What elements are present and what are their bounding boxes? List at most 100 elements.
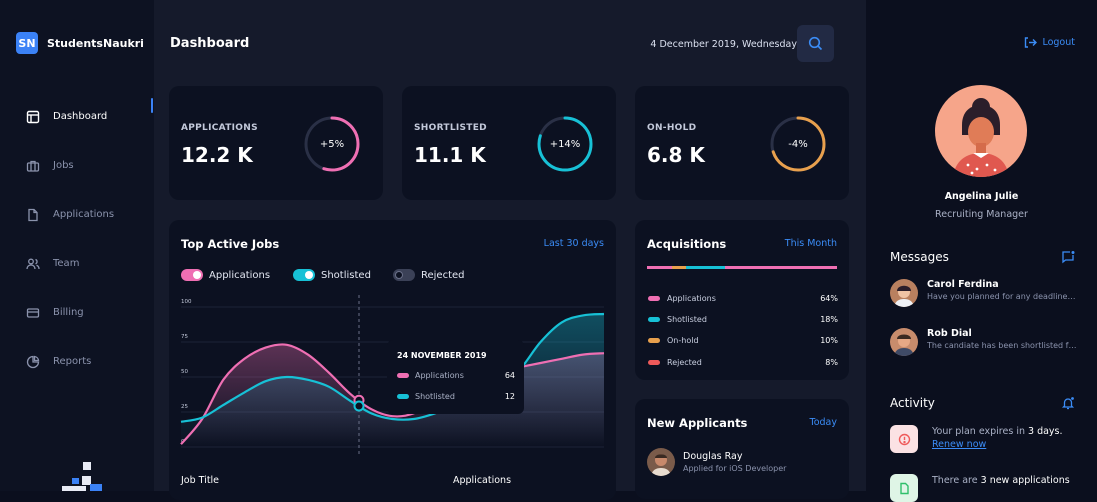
toggle-label: Shotlisted <box>321 269 371 281</box>
chart-tooltip: 24 NOVEMBER 2019 Applications 64 Shotlis… <box>387 340 524 414</box>
sidebar-item-team[interactable]: Team <box>0 239 154 288</box>
tooltip-label: Shotlisted <box>415 392 455 401</box>
toggle-rejected[interactable]: Rejected <box>393 269 465 281</box>
activity-icon-box <box>890 474 918 502</box>
sidebar-item-jobs[interactable]: Jobs <box>0 141 154 190</box>
toggle-label: Rejected <box>421 269 465 281</box>
sidebar-item-label: Applications <box>53 209 115 220</box>
tooltip-label: Applications <box>415 371 464 380</box>
acquisition-row: On-hold 10% <box>648 336 838 345</box>
data-point-marker[interactable] <box>353 400 365 412</box>
y-tick-label: 75 <box>181 334 188 340</box>
acq-pct: 18% <box>820 315 838 324</box>
top-active-jobs-card: Top Active Jobs Last 30 days Application… <box>169 220 616 500</box>
activity-icon-box <box>890 425 918 453</box>
bar-segment <box>725 266 838 269</box>
credit-card-icon <box>26 307 40 318</box>
profile-avatar[interactable] <box>935 85 1027 177</box>
sidebar-item-reports[interactable]: Reports <box>0 337 154 386</box>
activity-text: There are 3 new applications <box>932 474 1070 502</box>
sidebar-nav: Dashboard Jobs Applications Team Billing… <box>0 92 154 386</box>
layout-icon <box>26 110 40 123</box>
acq-label: On-hold <box>667 336 699 345</box>
legend-swatch <box>397 394 409 399</box>
legend-swatch <box>648 317 660 322</box>
stat-label: SHORTLISTED <box>414 123 487 133</box>
legend-swatch <box>397 373 409 378</box>
activity-item[interactable]: There are 3 new applications <box>890 474 1070 502</box>
sidebar-item-label: Team <box>53 258 80 269</box>
table-header-job-title: Job Title <box>181 475 220 486</box>
logout-label: Logout <box>1042 37 1075 48</box>
message-preview: The candiate has been shortlisted for ne… <box>927 341 1077 350</box>
alert-icon <box>898 433 910 445</box>
card-title: New Applicants <box>647 416 748 430</box>
toggle-switch[interactable] <box>293 269 315 281</box>
stat-value: 6.8 K <box>647 143 705 167</box>
tooltip-row-shotlisted: Shotlisted 12 <box>397 392 515 401</box>
messages-title: Messages <box>890 250 949 264</box>
illustration-decoration <box>62 462 102 491</box>
profile-role: Recruiting Manager <box>935 209 1028 220</box>
page-title: Dashboard <box>170 36 250 51</box>
logout-button[interactable]: Logout <box>1024 37 1075 48</box>
applicant-name: Douglas Ray <box>683 451 743 462</box>
brand-logo[interactable]: SN StudentsNaukri <box>16 32 144 54</box>
pie-chart-icon <box>26 355 40 368</box>
stat-value: 11.1 K <box>414 143 486 167</box>
logout-icon <box>1025 37 1038 48</box>
this-month-link[interactable]: This Month <box>785 238 837 249</box>
sidebar-item-dashboard[interactable]: Dashboard <box>0 92 154 141</box>
applicant-item[interactable]: Douglas Ray Applied for iOS Developer <box>647 448 786 476</box>
card-title: Top Active Jobs <box>181 237 280 251</box>
stat-label: APPLICATIONS <box>181 123 258 133</box>
toggle-applications[interactable]: Applications <box>181 269 270 281</box>
message-item[interactable]: Carol Ferdina Have you planned for any d… <box>890 279 1086 307</box>
toggle-shotlisted[interactable]: Shotlisted <box>293 269 371 281</box>
legend-swatch <box>648 296 660 301</box>
card-title: Acquisitions <box>647 237 727 251</box>
stat-change: +14% <box>549 138 581 150</box>
activity-text: Your plan expires in 3 days. Renew now <box>932 425 1063 453</box>
document-icon <box>899 482 909 494</box>
bell-icon[interactable] <box>1061 396 1075 410</box>
message-sender: Carol Ferdina <box>927 279 999 290</box>
stat-label: ON-HOLD <box>647 123 697 133</box>
users-icon <box>26 258 40 269</box>
sidebar-item-applications[interactable]: Applications <box>0 190 154 239</box>
header: Dashboard 4 December 2019, Wednesday <box>170 25 850 62</box>
today-link[interactable]: Today <box>810 417 837 428</box>
bar-segment <box>671 266 687 269</box>
new-applicants-card: New Applicants Today Douglas Ray Applied… <box>635 399 849 499</box>
y-tick-label: 100 <box>181 299 192 305</box>
tooltip-value: 12 <box>504 392 515 401</box>
profile-name: Angelina Julie <box>944 191 1019 202</box>
toggle-switch[interactable] <box>393 269 415 281</box>
stat-card-shortlisted[interactable]: SHORTLISTED 11.1 K +14% <box>402 86 616 200</box>
brand-name: StudentsNaukri <box>47 36 144 50</box>
message-item[interactable]: Rob Dial The candiate has been shortlist… <box>890 328 1086 356</box>
progress-ring: +5% <box>303 115 361 173</box>
stat-change: +5% <box>319 138 345 150</box>
search-icon <box>808 36 823 51</box>
toggle-switch[interactable] <box>181 269 203 281</box>
acquisitions-card: Acquisitions This Month Applications 64% … <box>635 220 849 380</box>
search-button[interactable] <box>797 25 834 62</box>
new-message-icon[interactable] <box>1061 250 1075 264</box>
avatar <box>890 279 918 307</box>
acquisitions-bar <box>647 266 838 269</box>
sidebar-item-label: Dashboard <box>53 111 108 122</box>
activity-text-a: Your plan expires in <box>932 426 1028 437</box>
sidebar-item-billing[interactable]: Billing <box>0 288 154 337</box>
activity-item[interactable]: Your plan expires in 3 days. Renew now <box>890 425 1063 453</box>
stat-card-applications[interactable]: APPLICATIONS 12.2 K +5% <box>169 86 383 200</box>
logo-mark: SN <box>16 32 38 54</box>
toggle-label: Applications <box>209 269 271 281</box>
renew-now-link[interactable]: Renew now <box>932 439 986 450</box>
tooltip-row-applications: Applications 64 <box>397 371 515 380</box>
activity-text-a: There are <box>932 475 981 486</box>
progress-ring: +14% <box>536 115 594 173</box>
activity-text-b: 3 days. <box>1028 426 1063 437</box>
stat-card-on-hold[interactable]: ON-HOLD 6.8 K -4% <box>635 86 849 200</box>
date-range-link[interactable]: Last 30 days <box>544 238 604 249</box>
